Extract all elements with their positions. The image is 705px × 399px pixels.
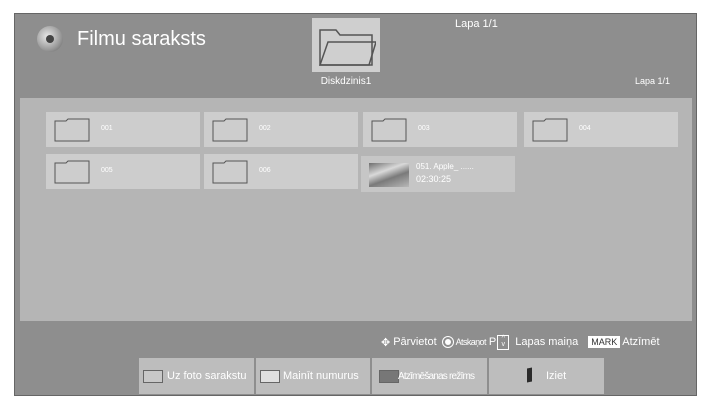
drive-label: Diskdzinis1 xyxy=(320,76,372,87)
change-numbers-label: Mainīt numurus xyxy=(283,370,359,382)
page-title: Filmu saraksts xyxy=(77,28,206,50)
help-p: P xyxy=(488,336,497,348)
help-view: Atskaņot xyxy=(455,337,487,347)
photo-list-label: Uz foto sarakstu xyxy=(167,370,247,382)
movie-list-screen: Filmu saraksts Lapa 1/1 Diskdzinis1 Lapa… xyxy=(14,13,697,396)
page-indicator-right: Lapa 1/1 xyxy=(635,76,671,86)
folder-label: 006 xyxy=(259,167,271,174)
folder-label: 003 xyxy=(418,125,430,132)
folder-item-003[interactable]: 003 xyxy=(363,112,517,147)
folder-label: 001 xyxy=(101,125,113,132)
help-move: Pārvietot xyxy=(393,336,437,348)
mark-badge: MARK xyxy=(588,336,621,348)
disc-icon xyxy=(37,26,63,52)
help-mark: Atzīmēt xyxy=(622,336,660,348)
movie-item[interactable]: 051. Apple_ ...... 02:30:25 xyxy=(361,156,515,192)
folder-item-005[interactable]: 005 xyxy=(46,154,200,189)
exit-button[interactable]: Iziet xyxy=(489,358,604,394)
folder-item-004[interactable]: 004 xyxy=(524,112,678,147)
folder-item-006[interactable]: 006 xyxy=(204,154,358,189)
folder-item-002[interactable]: 002 xyxy=(204,112,358,147)
movie-thumbnail xyxy=(369,163,409,187)
change-numbers-button[interactable]: Mainīt numurus xyxy=(256,358,370,394)
green-key-icon xyxy=(260,370,280,383)
folder-icon xyxy=(212,118,248,142)
folder-icon xyxy=(532,118,568,142)
movie-duration: 02:30:25 xyxy=(416,174,452,184)
ok-icon xyxy=(441,336,454,348)
folder-label: 004 xyxy=(579,125,591,132)
exit-label: Iziet xyxy=(546,370,567,382)
photo-list-button[interactable]: Uz foto sarakstu xyxy=(139,358,254,394)
folder-label: 005 xyxy=(101,167,113,174)
folder-item-001[interactable]: 001 xyxy=(46,112,200,147)
mark-mode-label: Atzīmēšanas režīms xyxy=(398,371,475,382)
move-arrows-icon: ✥ xyxy=(381,336,391,349)
page-indicator-top: Lapa 1/1 xyxy=(455,18,498,30)
mark-mode-button[interactable]: Atzīmēšanas režīms xyxy=(372,358,487,394)
help-page-change: Lapas maiņa xyxy=(515,336,579,348)
folder-icon xyxy=(371,118,407,142)
folder-icon xyxy=(54,160,90,184)
folder-label: 002 xyxy=(259,125,271,132)
page-updown-icon: ^ v xyxy=(497,334,510,350)
help-bar: ✥ Pārvietot Atskaņot P ^ v Lapas maiņa MA… xyxy=(381,334,660,350)
folder-icon xyxy=(318,29,376,66)
folder-icon xyxy=(212,160,248,184)
drive-item[interactable] xyxy=(312,18,380,72)
red-key-icon xyxy=(143,370,163,383)
file-grid: 001 002 003 004 005 006 051. Apple_ ....… xyxy=(20,98,692,321)
folder-icon xyxy=(54,118,90,142)
yellow-key-icon xyxy=(379,370,399,383)
movie-name: 051. Apple_ ...... xyxy=(416,162,474,171)
header: Filmu saraksts Lapa 1/1 Diskdzinis1 Lapa… xyxy=(15,14,696,98)
exit-key-icon xyxy=(527,367,532,383)
